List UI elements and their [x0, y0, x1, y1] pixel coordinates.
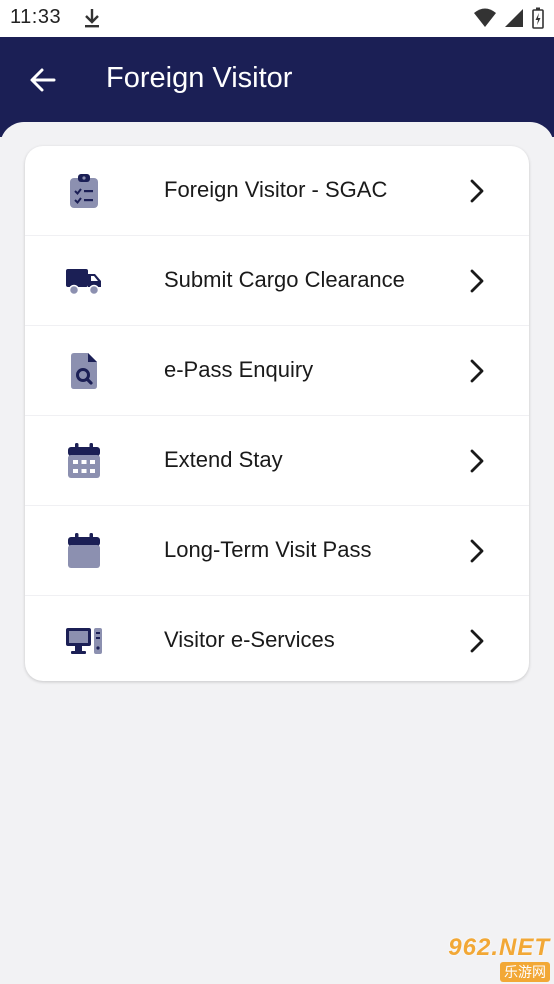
menu-item-label: Submit Cargo Clearance [164, 267, 405, 292]
chevron-right-icon [465, 357, 489, 385]
watermark-logo: 962.NET 乐游网 [416, 934, 550, 982]
screen: 11:33 Foreign Visitor Foreign Visitor - … [0, 0, 554, 984]
back-button[interactable] [24, 61, 62, 99]
menu-item-submit-cargo-clearance[interactable]: Submit Cargo Clearance [25, 236, 529, 326]
watermark-sub: 乐游网 [500, 962, 550, 982]
menu-card: Foreign Visitor - SGAC Submit Cargo Clea… [25, 146, 529, 681]
menu-item-extend-stay[interactable]: Extend Stay [25, 416, 529, 506]
battery-icon [532, 7, 544, 34]
status-bar: 11:33 [0, 0, 554, 37]
menu-item-label: Foreign Visitor - SGAC [164, 177, 388, 202]
clipboard-check-icon [65, 173, 103, 209]
menu-item-long-term-visit-pass[interactable]: Long-Term Visit Pass [25, 506, 529, 596]
menu-item-e-pass-enquiry[interactable]: e-Pass Enquiry [25, 326, 529, 416]
desktop-computer-icon [65, 623, 103, 659]
chevron-right-icon [465, 447, 489, 475]
chevron-right-icon [465, 267, 489, 295]
menu-item-label: Visitor e-Services [164, 627, 335, 652]
menu-item-foreign-visitor-sgac[interactable]: Foreign Visitor - SGAC [25, 146, 529, 236]
chevron-right-icon [465, 627, 489, 655]
truck-icon [65, 263, 103, 299]
arrow-left-icon [30, 68, 56, 92]
menu-item-label: Long-Term Visit Pass [164, 537, 372, 562]
document-search-icon [65, 353, 103, 389]
menu-item-visitor-e-services[interactable]: Visitor e-Services [25, 596, 529, 681]
menu-item-label: Extend Stay [164, 447, 283, 472]
content-sheet: Foreign Visitor - SGAC Submit Cargo Clea… [0, 122, 554, 984]
page-title: Foreign Visitor [106, 62, 293, 94]
status-icons [474, 7, 544, 34]
wifi-icon [474, 8, 496, 33]
status-time: 11:33 [10, 6, 62, 28]
menu-item-label: e-Pass Enquiry [164, 357, 314, 382]
chevron-right-icon [465, 177, 489, 205]
calendar-grid-icon [65, 443, 103, 479]
watermark-main: 962.NET [448, 934, 550, 961]
signal-icon [504, 8, 524, 33]
calendar-icon [65, 533, 103, 569]
chevron-right-icon [465, 537, 489, 565]
download-icon [82, 7, 102, 29]
